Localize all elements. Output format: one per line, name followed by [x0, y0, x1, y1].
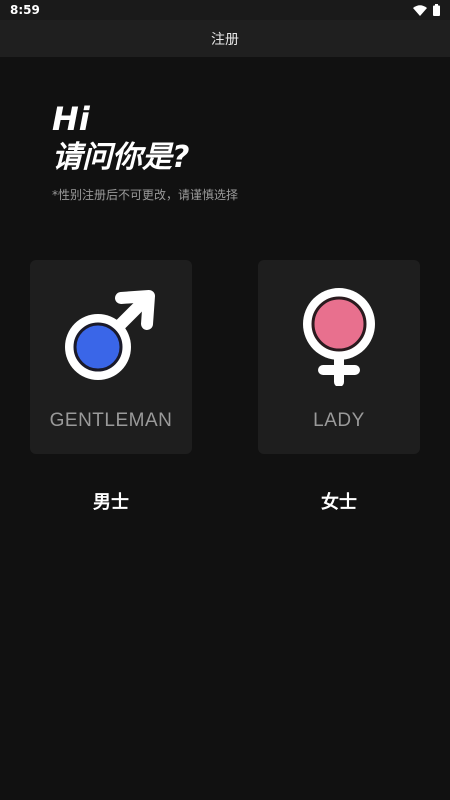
male-caption[interactable]: 男士 [30, 488, 192, 514]
lady-card[interactable]: LADY [258, 260, 420, 454]
greeting: Hi 请问你是? *性别注册后不可更改，请谨慎选择 [52, 100, 238, 203]
battery-icon [433, 4, 440, 16]
female-caption[interactable]: 女士 [258, 488, 420, 514]
status-bar: 8:59 [0, 0, 450, 20]
gentleman-label: GENTLEMAN [49, 410, 173, 431]
status-icons [413, 4, 440, 16]
wifi-icon [413, 4, 427, 16]
lady-label: LADY [313, 410, 365, 431]
female-symbol-icon [303, 288, 375, 386]
male-symbol-icon [65, 290, 155, 380]
header: 注册 [0, 20, 450, 57]
status-time: 8:59 [10, 3, 40, 17]
greeting-question: 请问你是? [52, 140, 190, 175]
gender-notice: *性别注册后不可更改，请谨慎选择 [52, 188, 239, 202]
gentleman-card[interactable]: GENTLEMAN [30, 260, 192, 454]
page-title: 注册 [211, 31, 239, 48]
greeting-hi: Hi [52, 100, 90, 138]
